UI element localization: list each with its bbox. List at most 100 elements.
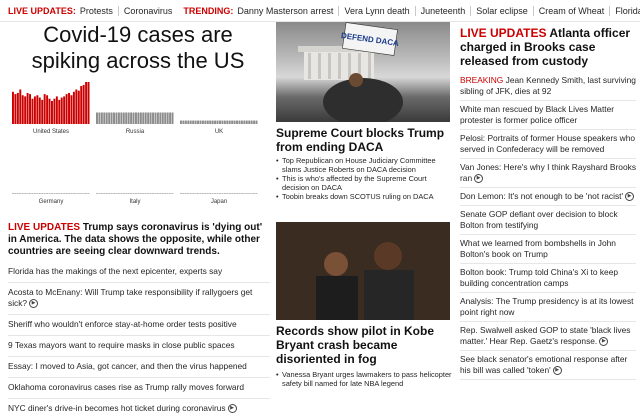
chart-bar: [65, 193, 68, 194]
chart-bar: [103, 193, 106, 194]
story-text: NYC diner's drive-in becomes hot ticket …: [8, 403, 226, 413]
chart-bar: [236, 120, 238, 124]
related-story-link[interactable]: Vanessa Bryant urges lawmakers to pass h…: [276, 370, 452, 388]
chart-bar: [21, 95, 24, 124]
left-story-item[interactable]: Florida has the makings of the next epic…: [8, 262, 270, 283]
kobe-headline[interactable]: Records show pilot in Kobe Bryant crash …: [276, 324, 452, 366]
chart-bar: [154, 112, 157, 124]
chart-bar: [19, 193, 22, 194]
chart-bar: [182, 120, 185, 124]
chart-bar: [29, 193, 31, 194]
left-story-item[interactable]: NYC diner's drive-in becomes hot ticket …: [8, 399, 270, 414]
right-story-item[interactable]: Senate GOP defiant over decision to bloc…: [460, 206, 636, 235]
chart-bar: [226, 193, 229, 194]
chart-bar: [115, 112, 118, 124]
right-story-item[interactable]: Pelosi: Portraits of former House speake…: [460, 130, 636, 159]
chart-bar: [228, 193, 231, 194]
chart-bar: [87, 82, 90, 124]
right-story-item[interactable]: White man rescued by Black Lives Matter …: [460, 101, 636, 130]
right-story-item[interactable]: What we learned from bombshells in John …: [460, 235, 636, 264]
chart-bar: [127, 193, 130, 194]
topbar-link-trending[interactable]: Solar eclipse: [470, 5, 533, 16]
chart-bar: [33, 96, 36, 124]
chart-bar: [122, 112, 125, 124]
right-story-item[interactable]: Rep. Swalwell asked GOP to state 'black …: [460, 322, 636, 351]
right-story-item[interactable]: See black senator's emotional response a…: [460, 351, 636, 380]
topbar-link-trending[interactable]: Danny Masterson arrest: [237, 6, 338, 16]
chart-bar: [152, 193, 154, 194]
chart-bar: [216, 120, 219, 124]
topbar-link-trending[interactable]: Vera Lynn death: [338, 5, 414, 16]
live-updates-story[interactable]: LIVE UPDATES Trump says coronavirus is '…: [8, 222, 270, 258]
right-story-item[interactable]: Don Lemon: It's not enough to be 'not ra…: [460, 188, 636, 206]
topbar-link-trending[interactable]: Florida bridge: [609, 5, 640, 16]
atlanta-headline[interactable]: LIVE UPDATES Atlanta officer charged in …: [460, 26, 636, 68]
chart-bar: [132, 193, 135, 194]
left-story-item[interactable]: Acosta to McEnany: Will Trump take respo…: [8, 283, 270, 315]
chart-bar: [250, 120, 253, 124]
chart-bar: [248, 193, 251, 194]
chart-bar: [223, 120, 226, 124]
chart-bar: [189, 120, 192, 124]
chart-bar: [53, 98, 56, 124]
chart-bar: [240, 193, 243, 194]
topbar-link-trending[interactable]: Cream of Wheat: [532, 5, 610, 16]
chart-bar: [96, 112, 98, 124]
play-circle-icon: ▶: [227, 404, 237, 414]
chart-bar: [105, 112, 108, 124]
story-text: Florida has the makings of the next epic…: [8, 266, 223, 276]
chart-bar: [26, 92, 29, 124]
chart-bar: [51, 101, 53, 124]
chart-bar: [201, 120, 204, 124]
play-circle-icon: ▶: [29, 299, 39, 309]
chart-bar: [240, 120, 243, 124]
chart-bar: [144, 112, 147, 124]
chart-bar: [117, 193, 120, 194]
cases-chart[interactable]: United States Russia UK Germany Italy Japan: [8, 82, 268, 212]
chart-bar: [60, 97, 63, 124]
chart-bar: [184, 120, 187, 124]
chart-bar: [68, 92, 70, 124]
left-story-item[interactable]: Essay: I moved to Asia, got cancer, and …: [8, 357, 270, 378]
topbar-link-protests[interactable]: Protests: [80, 6, 118, 16]
left-story-item[interactable]: Oklahoma coronavirus cases rise as Trump…: [8, 378, 270, 399]
chart-bar: [70, 95, 73, 124]
related-story-link[interactable]: This is who's affected by the Supreme Co…: [276, 174, 452, 192]
story-text: Bolton book: Trump told China's Xi to ke…: [460, 267, 619, 288]
right-story-item[interactable]: Van Jones: Here's why I think Rayshard B…: [460, 159, 636, 188]
chart-bar: [161, 112, 164, 124]
topbar-link-coronavirus[interactable]: Coronavirus: [117, 5, 178, 16]
related-story-link[interactable]: Top Republican on House Judiciary Commit…: [276, 156, 452, 174]
related-story-link[interactable]: Toobin breaks down SCOTUS ruling on DACA: [276, 192, 452, 201]
chart-bar: [125, 193, 128, 194]
chart-bar: [139, 112, 142, 124]
chart-bar: [38, 193, 41, 194]
chart-bar: [171, 193, 174, 194]
story-text: Analysis: The Trump presidency is at its…: [460, 296, 634, 317]
chart-bar: [75, 89, 78, 124]
breaking-label: BREAKING: [460, 75, 504, 85]
chart-bar: [135, 112, 137, 124]
topbar-link-trending[interactable]: Juneteenth: [414, 5, 471, 16]
daca-protest-photo[interactable]: DEFEND DACA: [276, 22, 450, 122]
chart-bar: [53, 193, 56, 194]
chart-bar: [130, 193, 133, 194]
right-story-item[interactable]: Bolton book: Trump told China's Xi to ke…: [460, 264, 636, 293]
chart-bar: [51, 193, 53, 194]
story-text: Oklahoma coronavirus cases rise as Trump…: [8, 382, 244, 392]
chart-bar: [159, 112, 162, 124]
chart-bar: [46, 95, 49, 124]
chart-headline[interactable]: Covid-19 cases are spiking across the US: [8, 22, 268, 74]
chart-bar: [87, 193, 90, 194]
right-story-item[interactable]: Analysis: The Trump presidency is at its…: [460, 293, 636, 322]
chart-bar: [48, 193, 51, 194]
chart-bar: [80, 193, 83, 194]
chart-bar: [36, 95, 39, 124]
chart-bar: [85, 193, 88, 194]
left-story-item[interactable]: Sheriff who wouldn't enforce stay-at-hom…: [8, 315, 270, 336]
left-story-item[interactable]: 9 Texas mayors want to require masks in …: [8, 336, 270, 357]
kobe-bryant-photo[interactable]: [276, 222, 450, 320]
right-story-item[interactable]: BREAKING Jean Kennedy Smith, last surviv…: [460, 72, 636, 101]
daca-headline[interactable]: Supreme Court blocks Trump from ending D…: [276, 126, 452, 154]
chart-bar: [21, 193, 24, 194]
